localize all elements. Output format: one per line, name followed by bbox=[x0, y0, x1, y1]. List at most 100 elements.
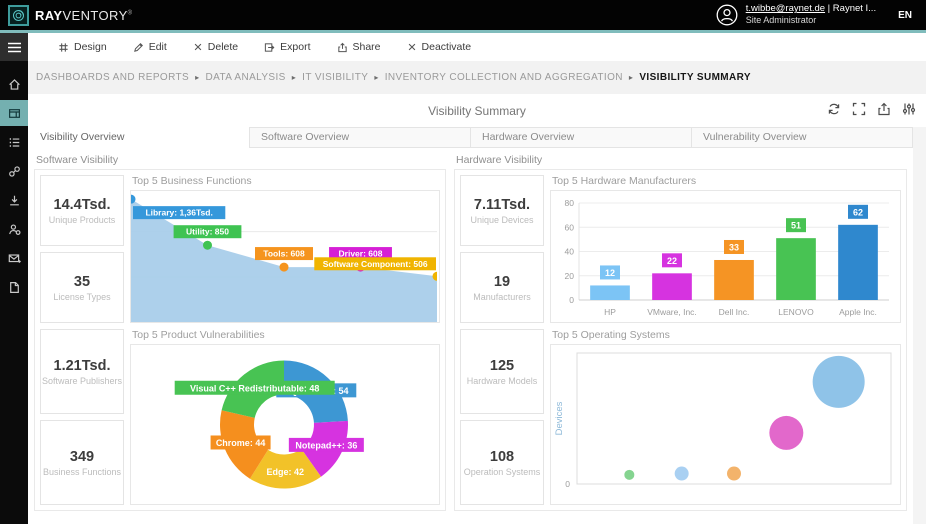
mail-icon bbox=[8, 253, 21, 263]
svg-text:Chrome: 44: Chrome: 44 bbox=[216, 438, 266, 448]
delete-button[interactable]: Delete bbox=[180, 33, 251, 61]
deactivate-button[interactable]: Deactivate bbox=[394, 33, 485, 61]
software-visibility-title: Software Visibility bbox=[36, 154, 119, 166]
svg-text:Utility: 850: Utility: 850 bbox=[186, 227, 229, 237]
software-stats-top: 14.4Tsd. Unique Products 35 License Type… bbox=[40, 175, 124, 323]
svg-text:Software Component: 506: Software Component: 506 bbox=[323, 259, 428, 269]
product-vulnerabilities-chart: SQL Server: 54Notepad++: 36Edge: 42Chrom… bbox=[130, 344, 440, 505]
hamburger-menu-icon[interactable] bbox=[0, 33, 28, 61]
user-org: | Raynet I... bbox=[825, 3, 877, 15]
top-bar: RAYVENTORY® t.wibbe@raynet.de | Raynet I… bbox=[0, 0, 926, 30]
svg-text:Visual C++ Redistributable: 48: Visual C++ Redistributable: 48 bbox=[190, 383, 319, 393]
hardware-stats-bottom: 125 Hardware Models 108 Operation System… bbox=[460, 329, 544, 505]
product-vulnerabilities-chart-area: Top 5 Product Vulnerabilities SQL Server… bbox=[130, 329, 440, 505]
sidebar-item-downloads[interactable] bbox=[0, 187, 28, 213]
stat-label: Unique Products bbox=[48, 214, 116, 225]
sidebar-item-dashboards[interactable] bbox=[0, 100, 28, 126]
user-email-link[interactable]: t.wibbe@raynet.de bbox=[746, 3, 825, 14]
operating-systems-chart-area: Top 5 Operating Systems 0 Devices bbox=[550, 329, 901, 505]
breadcrumb-item-data-analysis[interactable]: DATA ANALYSIS bbox=[206, 72, 286, 83]
tab-software-overview[interactable]: Software Overview bbox=[249, 127, 471, 148]
stat-label: Manufacturers bbox=[473, 291, 531, 302]
sidebar-item-user-management[interactable] bbox=[0, 216, 28, 242]
operating-systems-chart-title: Top 5 Operating Systems bbox=[552, 329, 670, 341]
edit-button[interactable]: Edit bbox=[120, 33, 180, 61]
dashboard-icon bbox=[8, 108, 20, 118]
design-button[interactable]: Design bbox=[45, 33, 120, 61]
stat-value: 349 bbox=[69, 448, 95, 465]
stat-card-software-publishers: 1.21Tsd. Software Publishers bbox=[40, 329, 124, 414]
business-functions-chart-title: Top 5 Business Functions bbox=[132, 175, 252, 187]
edit-icon bbox=[133, 42, 143, 52]
sidebar-item-documents[interactable] bbox=[0, 274, 28, 300]
svg-text:12: 12 bbox=[605, 268, 615, 278]
delete-label: Delete bbox=[207, 41, 239, 53]
page-actions bbox=[827, 102, 926, 119]
stat-card-operation-systems: 108 Operation Systems bbox=[460, 420, 544, 505]
bubble-chart-svg: 0 Devices bbox=[554, 352, 892, 489]
brand-name: RAYVENTORY® bbox=[35, 8, 132, 23]
user-text: t.wibbe@raynet.de | Raynet I... Site Adm… bbox=[746, 3, 877, 25]
svg-text:20: 20 bbox=[565, 271, 575, 281]
sliders-icon[interactable] bbox=[902, 102, 916, 119]
stat-card-business-functions: 349 Business Functions bbox=[40, 420, 124, 505]
export-icon bbox=[265, 42, 275, 52]
breadcrumb-separator: ▸ bbox=[374, 73, 379, 82]
export-button[interactable]: Export bbox=[251, 33, 323, 61]
stat-value: 7.11Tsd. bbox=[473, 196, 531, 213]
share-button[interactable]: Share bbox=[324, 33, 394, 61]
svg-text:62: 62 bbox=[853, 207, 863, 217]
bar-chart-svg: 0 20 40 60 80 12 HP 22 VMware, Inc. 33 Dell Inc. 51… bbox=[565, 198, 889, 317]
deactivate-icon bbox=[408, 43, 415, 51]
export-label: Export bbox=[280, 41, 311, 53]
language-button[interactable]: EN bbox=[884, 10, 918, 21]
refresh-icon[interactable] bbox=[827, 102, 841, 119]
svg-text:Apple Inc.: Apple Inc. bbox=[839, 307, 877, 317]
stat-card-unique-devices: 7.11Tsd. Unique Devices bbox=[460, 175, 544, 246]
export-up-icon[interactable] bbox=[877, 102, 891, 119]
sidebar-item-messages[interactable] bbox=[0, 245, 28, 271]
page-head: Visibility Summary bbox=[28, 94, 926, 127]
edit-label: Edit bbox=[148, 41, 167, 53]
svg-text:33: 33 bbox=[729, 242, 739, 252]
app-window: RAYVENTORY® t.wibbe@raynet.de | Raynet I… bbox=[0, 0, 926, 524]
stat-card-unique-products: 14.4Tsd. Unique Products bbox=[40, 175, 124, 246]
breadcrumb-item-it-visibility[interactable]: IT VISIBILITY bbox=[302, 72, 368, 83]
software-visibility-panel: 14.4Tsd. Unique Products 35 License Type… bbox=[34, 169, 446, 511]
stat-card-manufacturers: 19 Manufacturers bbox=[460, 252, 544, 323]
breadcrumb-separator: ▸ bbox=[628, 73, 634, 82]
stat-value: 35 bbox=[73, 273, 91, 290]
tab-visibility-overview[interactable]: Visibility Overview bbox=[28, 127, 250, 148]
sidebar-item-reports-list[interactable] bbox=[0, 129, 28, 155]
rayventory-logo-icon bbox=[8, 4, 29, 26]
svg-text:HP: HP bbox=[604, 307, 616, 317]
avatar-icon[interactable] bbox=[716, 4, 738, 26]
fullscreen-icon[interactable] bbox=[852, 102, 866, 119]
breadcrumb-item-inventory-collection[interactable]: INVENTORY COLLECTION AND AGGREGATION bbox=[385, 72, 623, 83]
stat-label: Business Functions bbox=[42, 466, 122, 477]
stat-card-license-types: 35 License Types bbox=[40, 252, 124, 323]
design-label: Design bbox=[74, 41, 107, 53]
sidebar-item-tags[interactable] bbox=[0, 158, 28, 184]
svg-text:VMware, Inc.: VMware, Inc. bbox=[647, 307, 697, 317]
stat-label: Software Publishers bbox=[41, 375, 123, 386]
stat-value: 108 bbox=[489, 448, 515, 465]
svg-text:Driver: 608: Driver: 608 bbox=[339, 249, 383, 259]
scrollbar-track[interactable] bbox=[913, 127, 926, 524]
tab-hardware-overview[interactable]: Hardware Overview bbox=[470, 127, 692, 148]
sidebar-item-home[interactable] bbox=[0, 71, 28, 97]
tab-vulnerability-overview[interactable]: Vulnerability Overview bbox=[691, 127, 913, 148]
svg-text:Tools: 608: Tools: 608 bbox=[263, 249, 305, 259]
stat-label: License Types bbox=[53, 291, 111, 302]
toolbar: Design Edit Delete Export Share Deactiva… bbox=[28, 33, 926, 61]
hardware-stats-top: 7.11Tsd. Unique Devices 19 Manufacturers bbox=[460, 175, 544, 323]
stat-value: 14.4Tsd. bbox=[53, 196, 111, 213]
sidebar bbox=[0, 33, 28, 524]
breadcrumb-item-dashboards-and-reports[interactable]: DASHBOARDS AND REPORTS bbox=[36, 72, 189, 83]
svg-text:22: 22 bbox=[667, 256, 677, 266]
document-edit-icon bbox=[9, 281, 19, 293]
stat-label: Operation Systems bbox=[463, 466, 541, 477]
hardware-manufacturers-chart: 0 20 40 60 80 12 HP 22 VMware, Inc. 33 Dell Inc. 51… bbox=[550, 190, 901, 323]
page-title: Visibility Summary bbox=[428, 103, 526, 118]
share-icon bbox=[337, 42, 347, 52]
